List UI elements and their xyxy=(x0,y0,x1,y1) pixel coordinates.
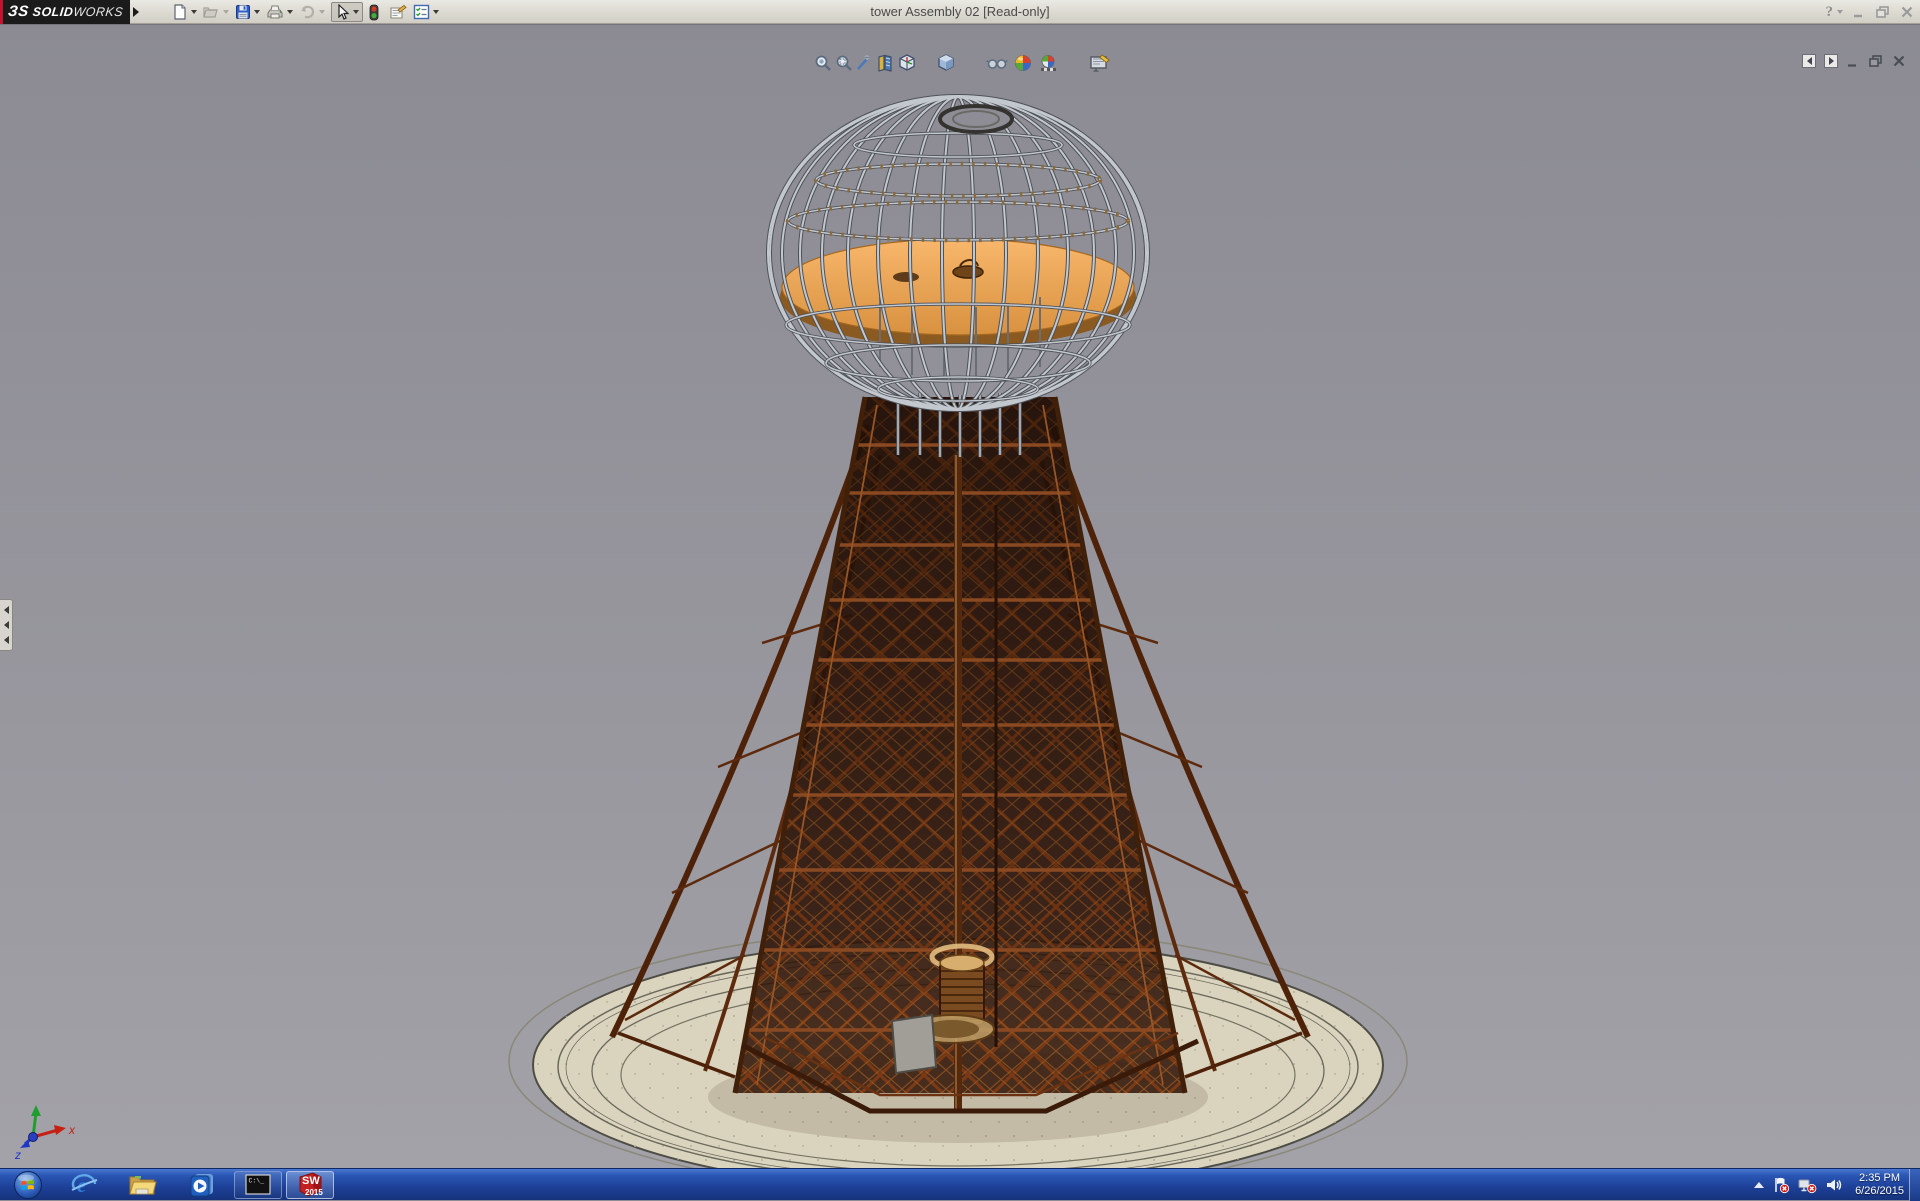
headsup-toolbar xyxy=(0,53,1920,73)
pane-right-icon xyxy=(1829,57,1834,65)
display-style-icon[interactable] xyxy=(936,53,956,73)
command-prompt-icon: C:\_ xyxy=(245,1174,271,1195)
start-button[interactable] xyxy=(0,1169,56,1201)
print-dropdown-caret[interactable] xyxy=(287,10,293,14)
taskbar-item-solidworks[interactable]: SW 2015 xyxy=(286,1171,334,1199)
taskbar: e C:\_ SW 2015 xyxy=(0,1168,1920,1200)
model-scene[interactable]: x z xyxy=(0,49,1920,1193)
open-button[interactable] xyxy=(203,4,229,20)
menu-flyout-arrow-icon[interactable] xyxy=(133,7,139,17)
taskbar-item-command-prompt[interactable]: C:\_ xyxy=(234,1171,282,1199)
media-player-icon xyxy=(188,1171,216,1199)
help-button[interactable]: ? xyxy=(1826,4,1844,21)
view-settings-icon[interactable] xyxy=(1089,53,1109,73)
window-title: tower Assembly 02 [Read-only] xyxy=(760,0,1160,24)
stoplight-button[interactable] xyxy=(369,4,379,21)
solidworks-2015-icon: SW 2015 xyxy=(295,1171,325,1199)
close-button[interactable] xyxy=(1900,5,1914,19)
view-orientation-icon[interactable] xyxy=(897,53,917,73)
minimize-button[interactable] xyxy=(1852,5,1866,19)
reference-triad: x z xyxy=(14,1105,76,1162)
taskbar-clock[interactable]: 2:35 PM 6/26/2015 xyxy=(1855,1172,1904,1198)
taskbar-item-internet-explorer[interactable]: e xyxy=(56,1169,112,1201)
save-dropdown-caret[interactable] xyxy=(254,10,260,14)
pane-left-icon xyxy=(1807,57,1812,65)
logo-accent xyxy=(0,0,3,24)
brand-solid: SOLID xyxy=(32,5,74,19)
volume-icon[interactable] xyxy=(1825,1176,1843,1194)
document-window-controls xyxy=(1802,54,1906,68)
print-icon xyxy=(266,4,284,20)
windows-start-icon xyxy=(13,1170,43,1200)
options-checklist-icon xyxy=(413,4,430,20)
apply-scene-icon[interactable] xyxy=(1038,53,1058,73)
options-dropdown-caret[interactable] xyxy=(433,10,439,14)
undo-dropdown-caret[interactable] xyxy=(319,10,325,14)
internet-explorer-icon: e xyxy=(70,1171,98,1199)
new-document-icon xyxy=(172,4,188,20)
folder-icon xyxy=(127,1172,157,1198)
system-tray: 2:35 PM 6/26/2015 xyxy=(1754,1169,1904,1201)
new-dropdown-caret[interactable] xyxy=(191,10,197,14)
clock-time: 2:35 PM xyxy=(1855,1172,1904,1185)
solidworks-logo: ЗSSOLIDWORKS xyxy=(0,0,130,24)
doc-minimize-button[interactable] xyxy=(1846,54,1860,68)
zoom-to-area-icon[interactable] xyxy=(834,53,854,73)
collapse-arrow-icon xyxy=(4,636,9,644)
collapse-arrow-icon xyxy=(4,606,9,614)
options-checklist-button[interactable] xyxy=(413,4,439,20)
undo-button[interactable] xyxy=(299,4,325,20)
save-button[interactable] xyxy=(235,4,260,20)
pane-left-button[interactable] xyxy=(1802,54,1816,68)
undo-icon xyxy=(299,4,316,20)
svg-text:2015: 2015 xyxy=(305,1188,323,1197)
pane-right-button[interactable] xyxy=(1824,54,1838,68)
select-cursor-icon xyxy=(335,4,350,20)
open-dropdown-caret[interactable] xyxy=(223,10,229,14)
zoom-to-fit-icon[interactable] xyxy=(813,53,833,73)
clock-date: 6/26/2015 xyxy=(1855,1185,1904,1198)
section-view-icon[interactable] xyxy=(875,53,895,73)
svg-text:SW: SW xyxy=(302,1175,320,1187)
edit-appearance-icon[interactable] xyxy=(1013,53,1033,73)
doc-restore-button[interactable] xyxy=(1868,54,1884,68)
save-floppy-icon xyxy=(235,4,251,20)
select-tool-button[interactable] xyxy=(331,2,363,22)
taskbar-item-media-player[interactable] xyxy=(172,1169,232,1201)
solidworks-mark-icon: ЗS xyxy=(7,3,29,20)
action-center-flag-icon[interactable] xyxy=(1772,1176,1790,1194)
restore-button[interactable] xyxy=(1875,5,1891,19)
new-document-button[interactable] xyxy=(172,4,197,20)
feature-tree-collapsed-tab[interactable] xyxy=(0,599,13,651)
open-folder-icon xyxy=(203,4,220,20)
edit-note-button[interactable] xyxy=(389,4,407,20)
show-desktop-button[interactable] xyxy=(1909,1169,1920,1201)
svg-text:C:\_: C:\_ xyxy=(249,1178,265,1185)
print-button[interactable] xyxy=(266,4,293,20)
show-hidden-icons-button[interactable] xyxy=(1754,1182,1764,1188)
edit-note-icon xyxy=(389,4,407,20)
help-icon: ? xyxy=(1826,4,1834,21)
stoplight-icon xyxy=(369,4,379,21)
triad-z-label: z xyxy=(14,1148,21,1162)
triad-x-label: x xyxy=(68,1123,76,1137)
select-dropdown-caret[interactable] xyxy=(353,10,359,14)
network-error-icon[interactable] xyxy=(1798,1176,1817,1194)
help-dropdown-caret[interactable] xyxy=(1837,10,1843,14)
doc-close-button[interactable] xyxy=(1892,54,1906,68)
collapse-arrow-icon xyxy=(4,621,9,629)
hide-show-items-icon[interactable] xyxy=(986,53,1006,73)
previous-view-icon[interactable] xyxy=(854,53,874,73)
title-toolbar: ЗSSOLIDWORKS xyxy=(0,0,1920,24)
brand-works: WORKS xyxy=(73,5,124,19)
taskbar-item-windows-explorer[interactable] xyxy=(112,1169,172,1201)
graphics-area[interactable]: x z xyxy=(0,24,1920,1168)
